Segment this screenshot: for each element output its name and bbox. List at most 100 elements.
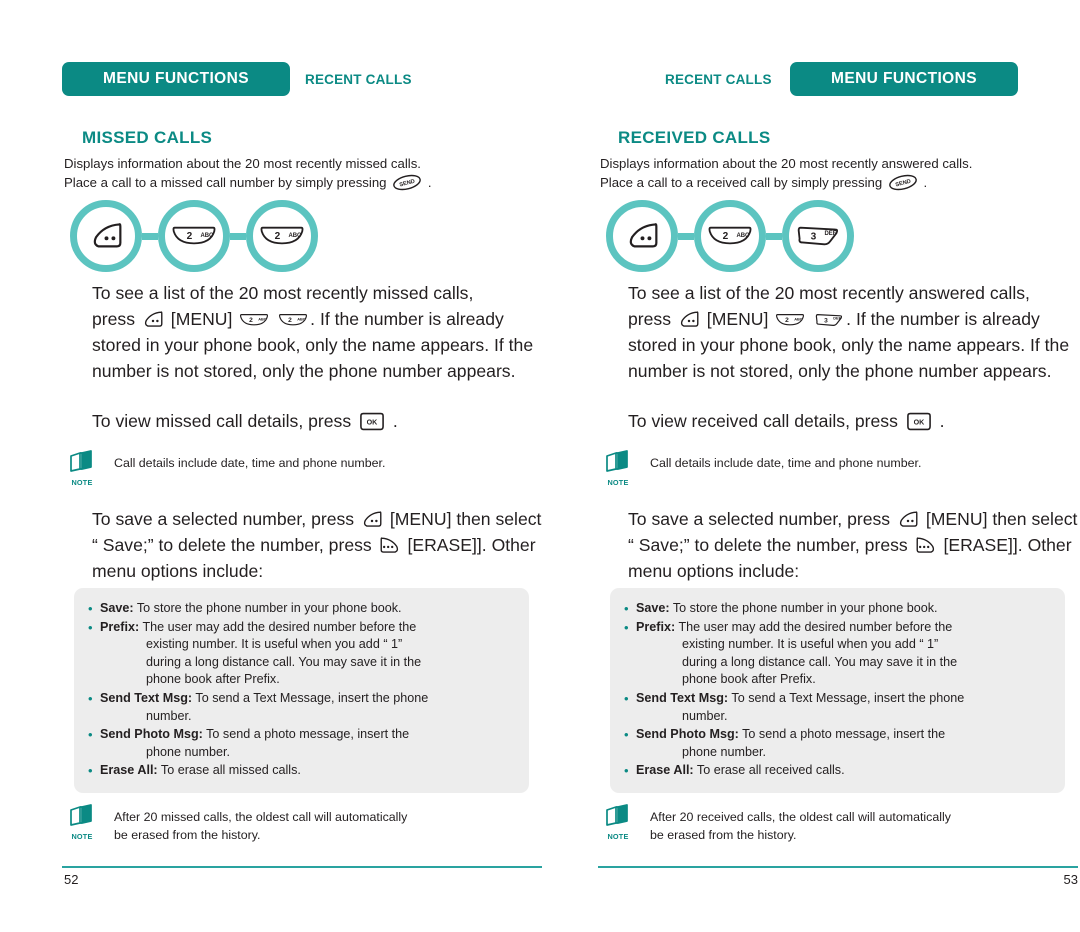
bullet-icon: • xyxy=(88,727,93,743)
menu-option-item[interactable]: • Send Photo Msg: To send a photo message… xyxy=(624,726,1053,761)
note-icon-label: NOTE xyxy=(71,832,93,841)
key-circle-2: 2 ABC xyxy=(158,200,230,272)
instruction-paragraph-3: To save a selected number, press [MENU] … xyxy=(92,509,542,581)
menu-option-label: Prefix: xyxy=(636,619,676,634)
menu-key-icon xyxy=(678,310,700,329)
manual-spread: MENU FUNCTIONS RECENT CALLS MISSED CALLS Di… xyxy=(0,0,1080,932)
note-text: After 20 received calls, the oldest call… xyxy=(650,810,951,842)
intro-line-1: Displays information about the 20 most r… xyxy=(600,156,973,171)
svg-text:ABC: ABC xyxy=(288,233,302,239)
menu-option-item[interactable]: • Send Photo Msg: To send a photo message… xyxy=(88,726,517,761)
menu-option-label: Save: xyxy=(636,601,670,615)
send-key-icon: SEND xyxy=(888,174,918,191)
note-callout: NOTE Call details include date, time and … xyxy=(600,450,1078,487)
page-header: MENU FUNCTIONS RECENT CALLS xyxy=(62,62,542,96)
header-side-label: RECENT CALLS xyxy=(665,71,772,87)
key-connector xyxy=(142,232,158,240)
svg-text:2: 2 xyxy=(275,231,281,242)
header-bar-label: MENU FUNCTIONS xyxy=(831,70,977,87)
bullet-icon: • xyxy=(88,619,93,635)
menu-option-item[interactable]: • Save: To store the phone number in your… xyxy=(88,600,517,618)
menu-option-item[interactable]: • Erase All: To erase all received calls. xyxy=(624,762,1053,780)
menu-option-item[interactable]: • Prefix: The user may add the desired nu… xyxy=(88,619,517,689)
number-key-3-icon: 3 DEF xyxy=(795,222,841,250)
svg-text:2: 2 xyxy=(187,231,193,242)
svg-text:2: 2 xyxy=(723,231,729,242)
bullet-icon: • xyxy=(624,601,629,616)
intro-line-2: Place a call to a missed call number by … xyxy=(64,174,432,191)
menu-option-text: Erase All: To erase all missed calls. xyxy=(100,763,301,778)
bullet-icon: • xyxy=(624,619,629,635)
note-callout: NOTE After 20 received calls, the oldest … xyxy=(600,804,1078,844)
svg-text:OK: OK xyxy=(913,419,925,427)
key-circle-3: 2 ABC xyxy=(246,200,318,272)
section-intro: Displays information about the 20 most r… xyxy=(64,155,542,192)
menu-option-label: Send Photo Msg: xyxy=(100,727,203,742)
menu-options-box: • Save: To store the phone number in your… xyxy=(74,588,529,793)
instruction-paragraph-3: To save a selected number, press [MENU] … xyxy=(628,509,1078,581)
note-text: After 20 missed calls, the oldest call w… xyxy=(114,810,408,842)
section-intro: Displays information about the 20 most r… xyxy=(600,155,1078,192)
section-title: RECEIVED CALLS xyxy=(618,128,771,147)
key-sequence-diagram: 2 ABC 2 ABC xyxy=(70,200,318,272)
header-bar-label: MENU FUNCTIONS xyxy=(103,70,249,87)
erase-key-icon xyxy=(379,536,401,555)
section-title: MISSED CALLS xyxy=(82,128,213,147)
svg-text:DEF: DEF xyxy=(824,231,836,237)
menu-option-label: Erase All: xyxy=(100,763,158,778)
note-text: Call details include date, time and phon… xyxy=(114,456,386,470)
note-callout: NOTE After 20 missed calls, the oldest ca… xyxy=(64,804,542,844)
menu-option-text: Erase All: To erase all received calls. xyxy=(636,763,845,778)
key-circle-1 xyxy=(606,200,678,272)
ok-key-icon: OK xyxy=(358,412,386,431)
note-icon-label: NOTE xyxy=(607,832,629,841)
intro-line-2: Place a call to a received call by simpl… xyxy=(600,174,928,191)
menu-option-item[interactable]: • Prefix: The user may add the desired nu… xyxy=(624,619,1053,689)
menu-key-icon xyxy=(897,510,919,529)
note-text: Call details include date, time and phon… xyxy=(650,456,922,470)
svg-text:ABC: ABC xyxy=(736,233,750,239)
menu-option-label: Send Text Msg: xyxy=(636,690,729,705)
page-right: MENU FUNCTIONS RECENT CALLS RECEIVED CALLS… xyxy=(598,0,1078,932)
number-key-2-icon: 2 ABC xyxy=(171,222,217,250)
note-icon-label: NOTE xyxy=(607,478,629,487)
svg-text:2: 2 xyxy=(249,317,253,324)
send-key-icon: SEND xyxy=(392,174,422,191)
number-key-3-icon: 3 DEF xyxy=(814,311,844,329)
menu-option-item[interactable]: • Send Text Msg: To send a Text Message, … xyxy=(88,690,517,725)
menu-option-item[interactable]: • Send Text Msg: To send a Text Message, … xyxy=(624,690,1053,725)
menu-option-item[interactable]: • Erase All: To erase all missed calls. xyxy=(88,762,517,780)
header-side-label: RECENT CALLS xyxy=(305,71,412,87)
menu-option-label: Save: xyxy=(100,601,134,615)
number-key-2-icon: 2 ABC xyxy=(278,311,308,329)
note-callout: NOTE Call details include date, time and … xyxy=(64,450,542,487)
number-key-2-icon: 2 ABC xyxy=(259,222,305,250)
header-bar: MENU FUNCTIONS xyxy=(790,62,1018,96)
key-circle-2: 2 ABC xyxy=(694,200,766,272)
svg-text:2: 2 xyxy=(785,317,789,324)
menu-option-text: Send Text Msg: To send a Text Message, i… xyxy=(100,690,429,723)
bullet-icon: • xyxy=(624,727,629,743)
page-header: MENU FUNCTIONS RECENT CALLS xyxy=(598,62,1078,96)
svg-text:DEF: DEF xyxy=(833,315,841,320)
svg-text:ABC: ABC xyxy=(200,233,214,239)
number-key-2-icon: 2 ABC xyxy=(775,311,805,329)
svg-text:3: 3 xyxy=(811,232,817,243)
menu-options-box: • Save: To store the phone number in your… xyxy=(610,588,1065,793)
menu-option-item[interactable]: • Save: To store the phone number in your… xyxy=(624,600,1053,618)
bullet-icon: • xyxy=(624,690,629,706)
key-connector xyxy=(678,232,694,240)
key-connector xyxy=(766,232,782,240)
menu-option-text: Prefix: The user may add the desired num… xyxy=(636,619,958,687)
menu-option-label: Send Photo Msg: xyxy=(636,727,739,742)
menu-option-label: Send Text Msg: xyxy=(100,690,193,705)
menu-key-icon xyxy=(625,221,660,251)
menu-key-icon xyxy=(361,510,383,529)
svg-text:ABC: ABC xyxy=(258,317,267,322)
key-circle-1 xyxy=(70,200,142,272)
svg-text:ABC: ABC xyxy=(297,317,306,322)
note-icon: NOTE xyxy=(600,804,636,841)
svg-text:3: 3 xyxy=(824,317,828,324)
menu-option-label: Erase All: xyxy=(636,763,694,778)
key-circle-3: 3 DEF xyxy=(782,200,854,272)
